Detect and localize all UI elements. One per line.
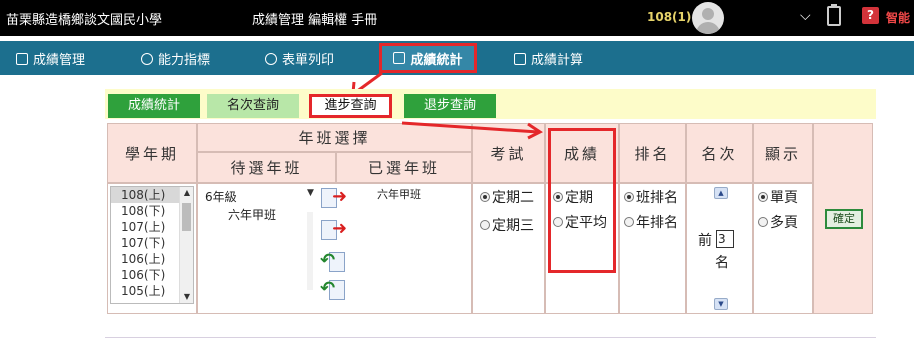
arrow-back-icon: ↶: [320, 278, 336, 299]
account-year: 108(1): [647, 10, 692, 24]
remove-class-button[interactable]: ↶: [320, 250, 346, 274]
rank-cell: [686, 183, 753, 314]
radio-icon: [758, 217, 768, 227]
help-icon[interactable]: ?: [862, 7, 879, 24]
order-options: 班排名 年排名: [624, 186, 686, 236]
printer-icon: [265, 52, 277, 65]
display-option-multi[interactable]: 多頁: [758, 211, 810, 236]
clipboard-icon[interactable]: [827, 4, 841, 26]
rank-prefix: 前: [698, 233, 712, 249]
scrollbar[interactable]: ▲ ▼: [179, 187, 193, 303]
exam-option-1[interactable]: 定期二: [480, 186, 542, 211]
display-option-single[interactable]: 單頁: [758, 186, 810, 211]
order-option-grade[interactable]: 年排名: [624, 211, 686, 236]
scroll-down-icon[interactable]: ▼: [180, 291, 194, 303]
nav-label: 表單列印: [282, 53, 335, 68]
selected-class-header: 已選年班: [336, 152, 472, 183]
rank-header: 名次: [686, 123, 753, 183]
nav-label: 成績管理: [33, 53, 86, 68]
stats-icon: [393, 52, 406, 64]
nav-label: 能力指標: [158, 53, 211, 68]
nav-item-form-print[interactable]: 表單列印: [265, 49, 334, 68]
radio-icon: [480, 192, 490, 202]
selected-class-item[interactable]: 六年甲班: [377, 186, 421, 202]
nav-label: 成績統計: [410, 52, 463, 68]
tab-rank-query[interactable]: 名次查詢: [207, 94, 299, 118]
grade-select[interactable]: 6年級: [205, 188, 237, 205]
pending-class-header: 待選年班: [197, 152, 336, 183]
rank-up-button[interactable]: ▲: [714, 187, 728, 199]
arrow-back-icon: ↶: [320, 250, 336, 271]
scroll-up-icon[interactable]: ▲: [180, 187, 194, 199]
divider: [105, 337, 876, 338]
school-name: 苗栗縣造橋鄉談文國民小學: [6, 13, 163, 28]
arrow-right-icon: ➜: [332, 186, 348, 207]
score-annotation-box: [548, 128, 616, 273]
grade-select-chevron-icon[interactable]: ▼: [307, 188, 314, 198]
order-option-class[interactable]: 班排名: [624, 186, 686, 211]
tab-regress-query[interactable]: 退步查詢: [404, 94, 496, 118]
radio-icon: [624, 217, 634, 227]
radio-icon: [758, 192, 768, 202]
radio-icon: [624, 192, 634, 202]
arrow-right-icon: ➜: [332, 218, 348, 239]
calculator-icon: [514, 52, 526, 65]
avatar[interactable]: [692, 2, 724, 34]
chevron-down-icon[interactable]: ⌵: [800, 8, 811, 24]
tab-grade-stats[interactable]: 成績統計: [108, 94, 200, 118]
target-icon: [141, 52, 153, 65]
pending-class-item[interactable]: 六年甲班: [228, 206, 276, 223]
order-header: 排名: [619, 123, 686, 183]
rank-down-button[interactable]: ▼: [714, 298, 728, 310]
nav-item-grade-management[interactable]: 成績管理: [16, 49, 85, 68]
nav-item-ability-index[interactable]: 能力指標: [141, 49, 210, 68]
confirm-button[interactable]: 確定: [825, 209, 863, 229]
nav-label: 成績計算: [531, 53, 584, 68]
tab-progress-query[interactable]: 進步查詢: [309, 94, 392, 118]
radio-icon: [480, 220, 490, 230]
exam-options: 定期二 定期三: [480, 186, 542, 239]
scroll-thumb[interactable]: [182, 203, 191, 231]
nav-item-grade-calc[interactable]: 成績計算: [514, 49, 583, 68]
system-title[interactable]: 成績管理 編輯權 手冊: [252, 9, 377, 28]
display-header: 顯示: [753, 123, 813, 183]
display-options: 單頁 多頁: [758, 186, 810, 236]
exam-option-2[interactable]: 定期三: [480, 214, 542, 239]
nav-item-grade-stats[interactable]: 成績統計: [379, 43, 477, 73]
remove-all-button[interactable]: ↶: [320, 278, 346, 302]
term-header: 學年期: [107, 123, 197, 183]
annotation-arrow-icon: [401, 121, 543, 140]
rank-input[interactable]: 3: [716, 230, 734, 248]
document-icon: [16, 52, 28, 65]
main-nav: 成績管理 能力指標 表單列印 成績統計 成績計算: [0, 41, 914, 75]
add-all-button[interactable]: ➜: [320, 218, 348, 242]
add-class-button[interactable]: ➜: [320, 186, 348, 210]
smart-assistant-label[interactable]: 智能: [886, 9, 910, 26]
term-listbox[interactable]: 108(上) 108(下) 107(上) 107(下) 106(上) 106(下…: [110, 186, 194, 304]
pending-scrollbar[interactable]: [307, 212, 313, 290]
rank-suffix: 名: [715, 255, 729, 271]
